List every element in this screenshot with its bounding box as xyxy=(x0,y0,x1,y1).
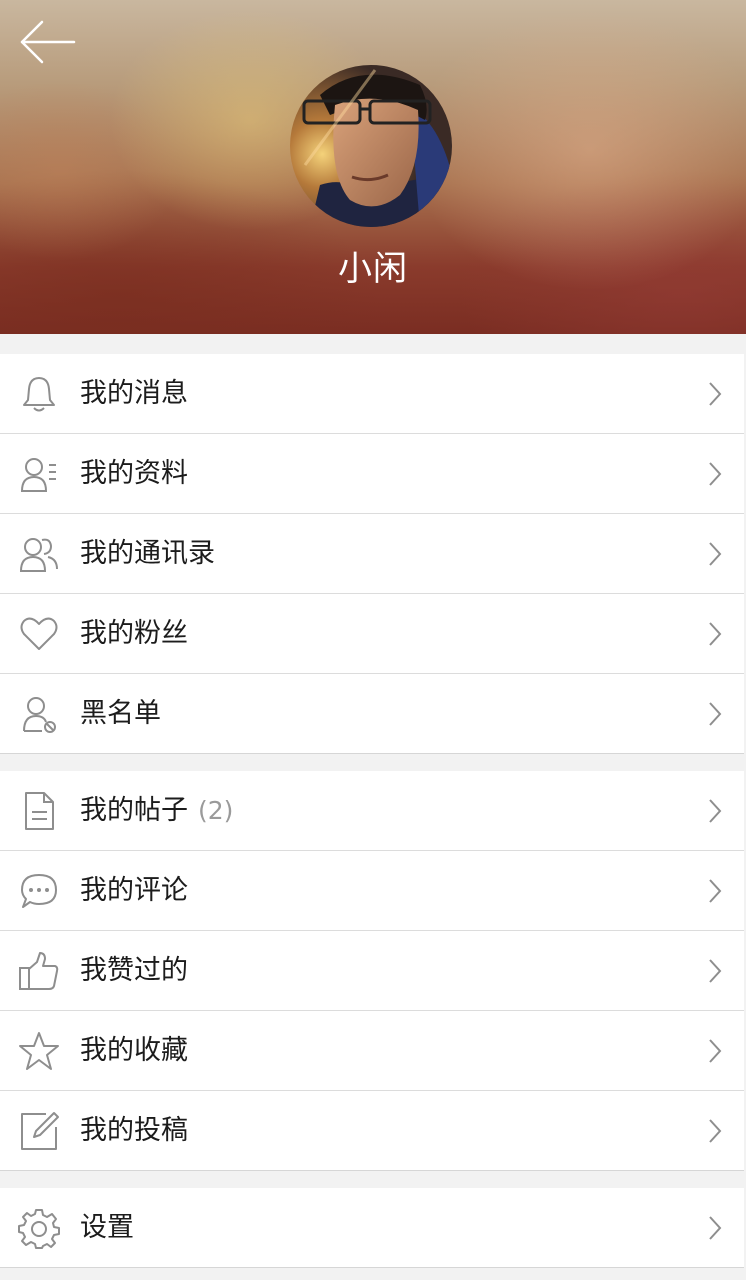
avatar[interactable] xyxy=(290,65,452,227)
menu-item-favorites[interactable]: 我的收藏 xyxy=(0,1011,744,1091)
menu-item-label: 我的粉丝 xyxy=(80,618,188,649)
chevron-right-icon xyxy=(709,382,722,406)
menu-item-profile[interactable]: 我的资料 xyxy=(0,434,744,514)
menu-item-comments[interactable]: 我的评论 xyxy=(0,851,744,931)
back-button[interactable] xyxy=(14,14,80,70)
profile-header: 小闲 xyxy=(0,0,746,334)
thumbs-up-icon xyxy=(19,952,59,990)
menu-item-label: 我的评论 xyxy=(80,875,188,906)
back-arrow-icon xyxy=(20,20,76,64)
menu-group-settings: 设置 xyxy=(0,1188,744,1268)
contacts-icon xyxy=(19,538,58,572)
chevron-right-icon xyxy=(709,462,722,486)
menu-item-label: 设置 xyxy=(80,1212,134,1243)
menu-item-liked[interactable]: 我赞过的 xyxy=(0,931,744,1011)
menu-group-account: 我的消息 我的资料 我的通讯录 我的粉丝 黑名单 xyxy=(0,354,744,754)
bell-icon xyxy=(23,377,55,412)
chevron-right-icon xyxy=(709,1039,722,1063)
username: 小闲 xyxy=(338,249,408,289)
menu-item-label: 我的帖子 (2) xyxy=(80,771,233,850)
menu-item-label: 黑名单 xyxy=(80,698,161,729)
chevron-right-icon xyxy=(709,1119,722,1143)
chevron-right-icon xyxy=(709,879,722,903)
menu-item-posts[interactable]: 我的帖子 (2) xyxy=(0,771,744,851)
menu-item-blacklist[interactable]: 黑名单 xyxy=(0,674,744,754)
menu-item-contacts[interactable]: 我的通讯录 xyxy=(0,514,744,594)
menu-item-label: 我的消息 xyxy=(80,378,188,409)
chevron-right-icon xyxy=(709,702,722,726)
profile-page: 小闲 我的消息 我的资料 我的通讯录 我的粉丝 黑名单 我的帖子 (2) 我的评… xyxy=(0,0,746,1280)
post-count: (2) xyxy=(198,796,234,825)
menu-item-label: 我的通讯录 xyxy=(80,538,215,569)
menu-group-content: 我的帖子 (2) 我的评论 我赞过的 我的收藏 我的投稿 xyxy=(0,771,744,1171)
menu-item-settings[interactable]: 设置 xyxy=(0,1188,744,1268)
profile-icon xyxy=(20,458,56,492)
chevron-right-icon xyxy=(709,799,722,823)
menu-item-label: 我的投稿 xyxy=(80,1115,188,1146)
menu-item-fans[interactable]: 我的粉丝 xyxy=(0,594,744,674)
star-icon xyxy=(19,1032,59,1070)
comment-icon xyxy=(21,874,57,908)
menu-item-label: 我的收藏 xyxy=(80,1035,188,1066)
menu-item-messages[interactable]: 我的消息 xyxy=(0,354,744,434)
heart-icon xyxy=(20,617,58,650)
menu-item-text: 我的帖子 xyxy=(80,795,188,826)
chevron-right-icon xyxy=(709,959,722,983)
blocked-user-icon xyxy=(23,697,56,733)
gear-icon xyxy=(18,1209,60,1249)
menu-item-label: 我的资料 xyxy=(80,458,188,489)
edit-icon xyxy=(21,1112,59,1150)
chevron-right-icon xyxy=(709,542,722,566)
document-icon xyxy=(25,792,54,830)
menu-item-label: 我赞过的 xyxy=(80,955,188,986)
chevron-right-icon xyxy=(709,1216,722,1240)
avatar-photo xyxy=(290,65,452,227)
menu-item-submissions[interactable]: 我的投稿 xyxy=(0,1091,744,1171)
chevron-right-icon xyxy=(709,622,722,646)
